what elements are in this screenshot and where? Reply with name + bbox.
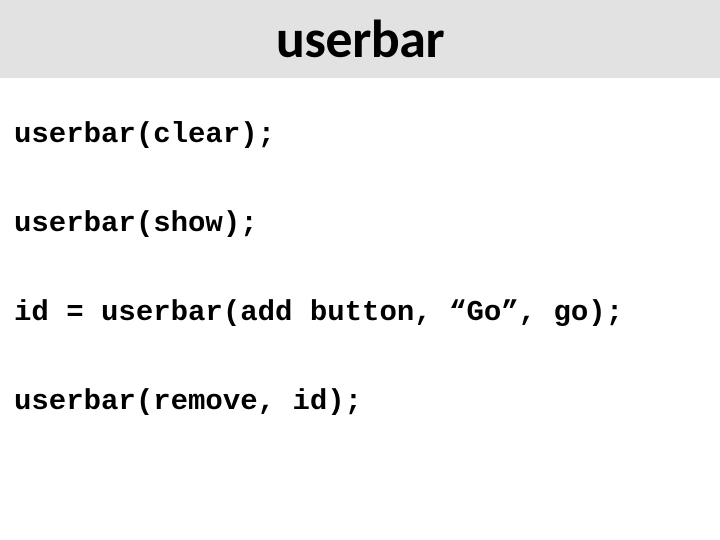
slide-title: userbar (0, 6, 720, 72)
code-block: userbar(clear); userbar(show); id = user… (0, 78, 720, 418)
code-line: userbar(show); (14, 207, 706, 240)
slide: userbar userbar(clear); userbar(show); i… (0, 0, 720, 540)
title-band: userbar (0, 0, 720, 78)
code-line: userbar(clear); (14, 118, 706, 151)
code-line: id = userbar(add button, “Go”, go); (14, 296, 706, 329)
code-line: userbar(remove, id); (14, 385, 706, 418)
